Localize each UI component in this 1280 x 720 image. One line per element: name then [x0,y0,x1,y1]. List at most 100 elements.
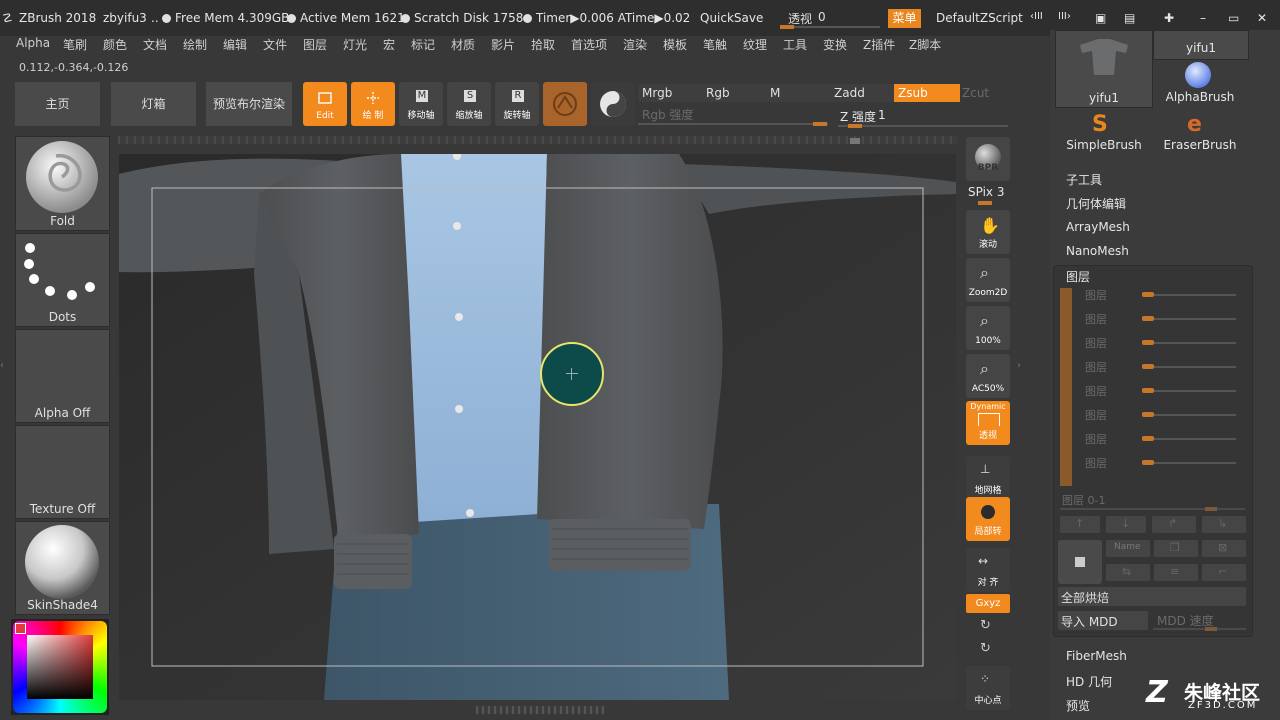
xyz-rotate-button[interactable]: Gxyz [966,594,1010,613]
menu-light[interactable]: 灯光 [343,36,367,53]
close-icon[interactable]: ✕ [1257,11,1267,25]
eraserbrush-tool[interactable]: e EraserBrush [1153,108,1247,154]
import-mdd-button[interactable]: 导入 MDD [1058,611,1148,630]
zcut-button[interactable]: Zcut [958,84,1024,102]
geometry-menu[interactable]: 几何体编辑 [1066,195,1126,212]
menu-transform[interactable]: 变换 [823,36,847,53]
horizontal-scroll-ruler[interactable] [118,136,958,144]
menu-color[interactable]: 颜色 [103,36,127,53]
layer-row[interactable]: 图层 [1085,407,1245,423]
layer-row[interactable]: 图层 [1085,383,1245,399]
menu-tool[interactable]: 工具 [783,36,807,53]
perspective-button[interactable]: Dynamic 透视 [966,401,1010,445]
main-color-swatch[interactable] [15,623,26,634]
menu-preferences[interactable]: 首选项 [571,36,607,53]
bottom-scroll-handle[interactable] [476,706,604,714]
layer-name-button[interactable]: Name [1106,540,1150,557]
nanomesh-menu[interactable]: NanoMesh [1066,244,1129,258]
dock-left-icon[interactable]: ‹III [1030,11,1043,22]
rgb-button[interactable]: Rgb [702,84,768,102]
quicksave-button[interactable]: QuickSave [700,11,763,25]
menu-draw[interactable]: 绘制 [183,36,207,53]
slider-knob[interactable] [780,25,794,29]
menu-alpha[interactable]: Alpha [16,36,50,50]
color-picker[interactable] [11,619,109,715]
tool-slot-yifu1[interactable]: yifu1 [1153,30,1249,60]
edit-button[interactable]: Edit [303,82,347,126]
bpr-button[interactable]: BPR [966,137,1010,181]
layer-row[interactable]: 图层 [1085,335,1245,351]
ac50-button[interactable]: ⌕ AC50% [966,354,1010,398]
menu-stroke[interactable]: 笔触 [703,36,727,53]
layout-icon[interactable]: ▣ [1095,11,1106,25]
layer-knob[interactable] [1142,436,1154,441]
floor-button[interactable]: ⊥ 地网格 [966,456,1010,500]
menu-brush[interactable]: 笔刷 [63,36,87,53]
layer-knob[interactable] [1142,460,1154,465]
layer-knob[interactable] [1142,316,1154,321]
slider-knob[interactable] [1205,507,1217,511]
save-ui-icon[interactable]: ▤ [1124,11,1135,25]
slider-knob[interactable] [813,122,827,126]
layer-insert-button[interactable]: ⇆ [1106,564,1150,581]
help-icon[interactable]: ✚ [1164,11,1174,25]
current-tool-thumbnail[interactable]: yifu1 [1055,30,1153,108]
layer-knob[interactable] [1142,364,1154,369]
bake-all-button[interactable]: 全部烘焙 [1058,587,1246,606]
mdd-speed-slider[interactable]: MDD 速度 [1153,611,1246,631]
menu-texture[interactable]: 纹理 [743,36,767,53]
layer-knob[interactable] [1142,412,1154,417]
rotate-y-icon[interactable]: ↻ [980,618,991,633]
menu-material[interactable]: 材质 [451,36,475,53]
rotate-button[interactable]: R 旋转轴 [495,82,539,126]
lightbox-button[interactable]: 灯箱 [111,82,196,126]
rgb-intensity-slider[interactable]: Rgb 强度 [638,104,828,126]
mrgb-button[interactable]: Mrgb [638,84,704,102]
layer-down-button[interactable]: ↓ [1106,516,1146,533]
canvas-viewport[interactable] [119,154,956,700]
slider-knob[interactable] [1205,627,1217,631]
menu-macro[interactable]: 宏 [383,36,395,53]
scale-button[interactable]: S 缩放轴 [447,82,491,126]
brush-selector[interactable]: Fold [15,136,110,231]
menu-layer[interactable]: 图层 [303,36,327,53]
layer-row[interactable]: 图层 [1085,359,1245,375]
layer-split-button[interactable]: ↱ [1152,516,1196,533]
center-button[interactable]: ⁘ 中心点 [966,666,1010,710]
layer-duplicate-button[interactable]: ❐ [1154,540,1198,557]
move-button[interactable]: M 移动轴 [399,82,443,126]
alphabrush-tool[interactable]: AlphaBrush [1153,60,1247,106]
layer-row[interactable]: 图层 [1085,287,1245,303]
layer-knob[interactable] [1142,292,1154,297]
layer-knob[interactable] [1142,388,1154,393]
default-zscript-button[interactable]: DefaultZScript [936,11,1023,25]
layers-menu[interactable]: 图层 [1066,268,1090,285]
home-button[interactable]: 主页 [15,82,100,126]
material-selector[interactable]: SkinShade4 [15,521,110,615]
arraymesh-menu[interactable]: ArrayMesh [1066,220,1130,234]
layer-knob[interactable] [1142,340,1154,345]
menu-render[interactable]: 渲染 [623,36,647,53]
local-button[interactable]: 局部转 [966,497,1010,541]
slider-knob[interactable] [848,124,862,128]
zoom100-button[interactable]: ⌕ 100% [966,306,1010,350]
menu-picker[interactable]: 拾取 [531,36,555,53]
minimize-icon[interactable]: – [1200,11,1206,25]
saturation-square[interactable] [27,635,93,699]
slider-knob[interactable] [978,201,992,205]
right-tray-arrow-icon[interactable]: › [1017,360,1025,380]
simplebrush-tool[interactable]: S SimpleBrush [1056,108,1152,154]
z-intensity-slider[interactable]: Z 强度 1 [838,106,1008,128]
layer-row[interactable]: 图层 [1085,311,1245,327]
restore-icon[interactable]: ▭ [1228,11,1239,25]
ruler-handle[interactable] [850,138,860,144]
menu-zscript[interactable]: Z脚本 [909,36,941,53]
menu-movie[interactable]: 影片 [491,36,515,53]
layer-delete-button[interactable]: ⊠ [1202,540,1246,557]
layer-merge-button[interactable]: ↳ [1202,516,1246,533]
subtool-menu[interactable]: 子工具 [1066,171,1102,188]
layer-range-slider[interactable]: 图层 0-1 [1060,492,1245,512]
preview-menu[interactable]: 预览 [1066,697,1090,714]
menu-edit[interactable]: 编辑 [223,36,247,53]
left-tray-arrow-icon[interactable]: ‹ [0,360,8,380]
